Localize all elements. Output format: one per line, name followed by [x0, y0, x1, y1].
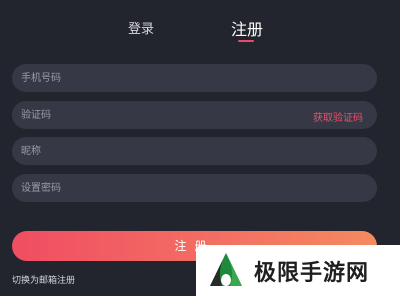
- tab-register[interactable]: 注册: [231, 16, 263, 40]
- verification-code-input[interactable]: [21, 101, 281, 129]
- nickname-field[interactable]: [12, 137, 377, 165]
- tab-login[interactable]: 登录: [128, 18, 154, 37]
- password-input[interactable]: [21, 174, 281, 202]
- auth-tabs: 登录 注册: [0, 0, 400, 50]
- watermark-logo-icon: [210, 253, 242, 286]
- get-code-button[interactable]: 获取验证码: [313, 109, 363, 124]
- nickname-input[interactable]: [21, 137, 281, 165]
- watermark-text: 极限手游网: [254, 261, 370, 286]
- verification-code-field[interactable]: 获取验证码: [12, 101, 377, 129]
- site-watermark: 极限手游网: [196, 245, 400, 296]
- active-tab-indicator: [238, 40, 254, 42]
- switch-to-email-link[interactable]: 切换为邮箱注册: [12, 273, 75, 286]
- phone-input[interactable]: [21, 64, 281, 92]
- phone-field[interactable]: [12, 64, 377, 92]
- password-field[interactable]: [12, 174, 377, 202]
